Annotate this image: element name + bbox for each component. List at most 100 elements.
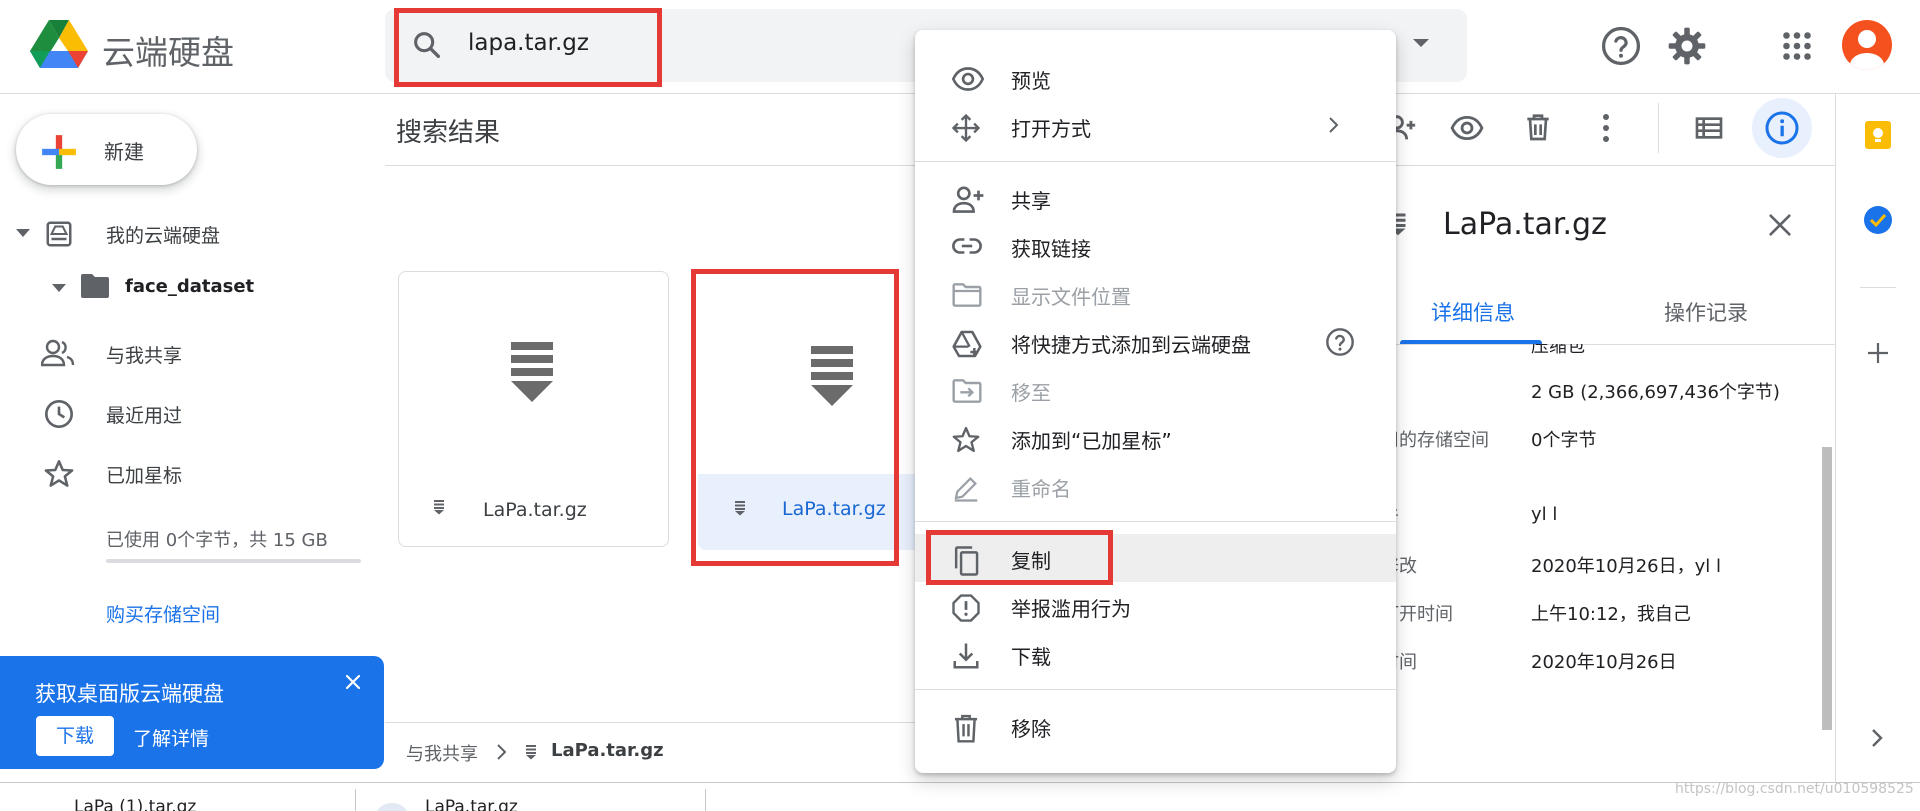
settings-gear-icon[interactable]: [1665, 24, 1709, 68]
menu-item-label: 举报滥用行为: [1011, 597, 1131, 621]
menu-item-download[interactable]: 下载: [915, 630, 1396, 678]
download-item[interactable]: LaPa (1).tar.gz: [74, 797, 196, 811]
details-scrollbar-thumb[interactable]: [1822, 447, 1832, 730]
details-value-modified: 2020年10月26日，yl l: [1531, 556, 1721, 577]
expand-my-drive-arrow-icon[interactable]: [14, 226, 32, 240]
menu-item-move-to[interactable]: 移至: [915, 366, 1396, 414]
watermark-text: https://blog.csdn.net/u010598525: [1675, 781, 1914, 797]
promo-learn-more-link[interactable]: 了解详情: [133, 724, 209, 751]
menu-item-label: 添加到“已加星标”: [1011, 429, 1172, 453]
preview-eye-icon[interactable]: [1449, 111, 1485, 145]
page-title: 搜索结果: [396, 118, 501, 148]
file-card[interactable]: LaPa.tar.gz: [398, 271, 669, 547]
download-progress-icon: [375, 803, 409, 811]
menu-item-open-with[interactable]: 打开方式: [915, 102, 1396, 150]
menu-item-show-location[interactable]: 显示文件位置: [915, 270, 1396, 318]
link-icon: [951, 233, 983, 259]
expand-folder-arrow-icon[interactable]: [50, 281, 68, 295]
menu-item-label: 打开方式: [1011, 117, 1091, 141]
downloads-bar: LaPa (1).tar.gz LaPa.tar.gz: [0, 782, 1920, 811]
breadcrumb-parent[interactable]: 与我共享: [406, 740, 478, 766]
promo-download-button[interactable]: 下载: [36, 716, 114, 756]
search-highlight-frame: [394, 8, 662, 87]
buy-storage-link[interactable]: 购买存储空间: [106, 600, 220, 627]
context-menu: 预览 打开方式 共享 获取链接 显示文件位置 将快捷方式添加到云端硬盘 移至 添…: [915, 30, 1396, 773]
menu-item-preview[interactable]: 预览: [915, 54, 1396, 102]
file-highlight-frame: [691, 269, 899, 566]
details-type-value-clipped: 压缩包: [1531, 344, 1585, 357]
list-view-icon[interactable]: [1692, 112, 1726, 144]
search-options-caret-icon[interactable]: [1410, 36, 1432, 50]
tasks-icon[interactable]: [1862, 204, 1894, 236]
delete-trash-icon[interactable]: [1522, 110, 1554, 144]
menu-divider: [915, 521, 1396, 522]
app-title: 云端硬盘: [102, 33, 234, 72]
menu-item-label: 重命名: [1011, 477, 1071, 501]
menu-item-label: 获取链接: [1011, 237, 1091, 261]
sidebar-item-starred[interactable]: 已加星标: [106, 461, 182, 488]
rail-divider: [1860, 287, 1896, 288]
menu-item-label: 移除: [1011, 717, 1051, 741]
promo-close-icon[interactable]: [343, 672, 363, 692]
details-value-storage-used: 0个字节: [1531, 430, 1597, 451]
download-divider: [355, 789, 356, 811]
toolbar-divider: [1658, 103, 1659, 153]
folder-icon: [79, 272, 111, 300]
chevron-right-icon: [1327, 116, 1339, 134]
details-list: 压缩包 大小 2 GB (2,366,697,436个字节) 已使用的存储空间 …: [1345, 344, 1821, 782]
sidebar-item-recent[interactable]: 最近用过: [106, 401, 182, 428]
sidebar-item-face-dataset[interactable]: face_dataset: [125, 276, 254, 297]
new-button-label: 新建: [104, 140, 144, 164]
help-icon[interactable]: [1324, 326, 1356, 358]
details-value-size: 2 GB (2,366,697,436个字节): [1531, 382, 1780, 403]
star-icon: [43, 458, 75, 490]
close-icon[interactable]: [1766, 211, 1794, 239]
sidebar-item-shared[interactable]: 与我共享: [106, 341, 182, 368]
help-icon[interactable]: [1599, 24, 1643, 68]
drive-icon: [44, 219, 74, 249]
details-value-opened: 上午10:12，我自己: [1531, 604, 1691, 625]
breadcrumb-file: LaPa.tar.gz: [551, 740, 664, 761]
folder-outline-icon: [951, 281, 983, 309]
menu-divider: [915, 161, 1396, 162]
move-to-folder-icon: [951, 377, 983, 405]
menu-item-add-star[interactable]: 添加到“已加星标”: [915, 414, 1396, 462]
info-icon[interactable]: [1764, 110, 1800, 146]
download-divider: [705, 789, 706, 811]
menu-item-get-link[interactable]: 获取链接: [915, 222, 1396, 270]
storage-usage-text: 已使用 0个字节，共 15 GB: [106, 530, 328, 551]
menu-item-label: 显示文件位置: [1011, 285, 1131, 309]
new-plus-icon: [40, 133, 78, 171]
eye-icon: [951, 65, 985, 93]
menu-item-remove[interactable]: 移除: [915, 702, 1396, 750]
account-avatar[interactable]: [1842, 20, 1892, 70]
menu-item-add-shortcut[interactable]: 将快捷方式添加到云端硬盘: [915, 318, 1396, 366]
pencil-icon: [951, 473, 981, 503]
drive-logo-icon[interactable]: [30, 18, 88, 70]
sidebar-item-my-drive[interactable]: 我的云端硬盘: [106, 221, 220, 248]
keep-icon[interactable]: [1864, 120, 1892, 150]
menu-item-report-abuse[interactable]: 举报滥用行为: [915, 582, 1396, 630]
trash-icon: [951, 713, 981, 745]
apps-grid-icon[interactable]: [1779, 28, 1815, 64]
tab-activity[interactable]: 操作记录: [1664, 297, 1748, 327]
more-vert-icon[interactable]: [1600, 112, 1612, 144]
add-addon-plus-icon[interactable]: [1866, 341, 1890, 365]
storage-usage-bar: [106, 559, 361, 563]
move-arrows-icon: [951, 113, 981, 143]
menu-item-share[interactable]: 共享: [915, 174, 1396, 222]
tab-details[interactable]: 详细信息: [1431, 297, 1515, 327]
side-panel-rail: [1835, 94, 1920, 782]
chevron-right-icon: [495, 743, 507, 761]
report-icon: [951, 593, 981, 623]
menu-item-rename[interactable]: 重命名: [915, 462, 1396, 510]
menu-item-label: 共享: [1011, 189, 1051, 213]
star-outline-icon: [951, 425, 981, 455]
expand-panel-chevron-icon[interactable]: [1870, 727, 1884, 749]
promo-title: 获取桌面版云端硬盘: [35, 682, 224, 706]
menu-item-label: 下载: [1011, 645, 1051, 669]
details-value-created: 2020年10月26日: [1531, 652, 1677, 673]
copy-highlight-frame: [926, 530, 1113, 585]
menu-item-label: 预览: [1011, 69, 1051, 93]
download-item[interactable]: LaPa.tar.gz: [425, 797, 518, 811]
